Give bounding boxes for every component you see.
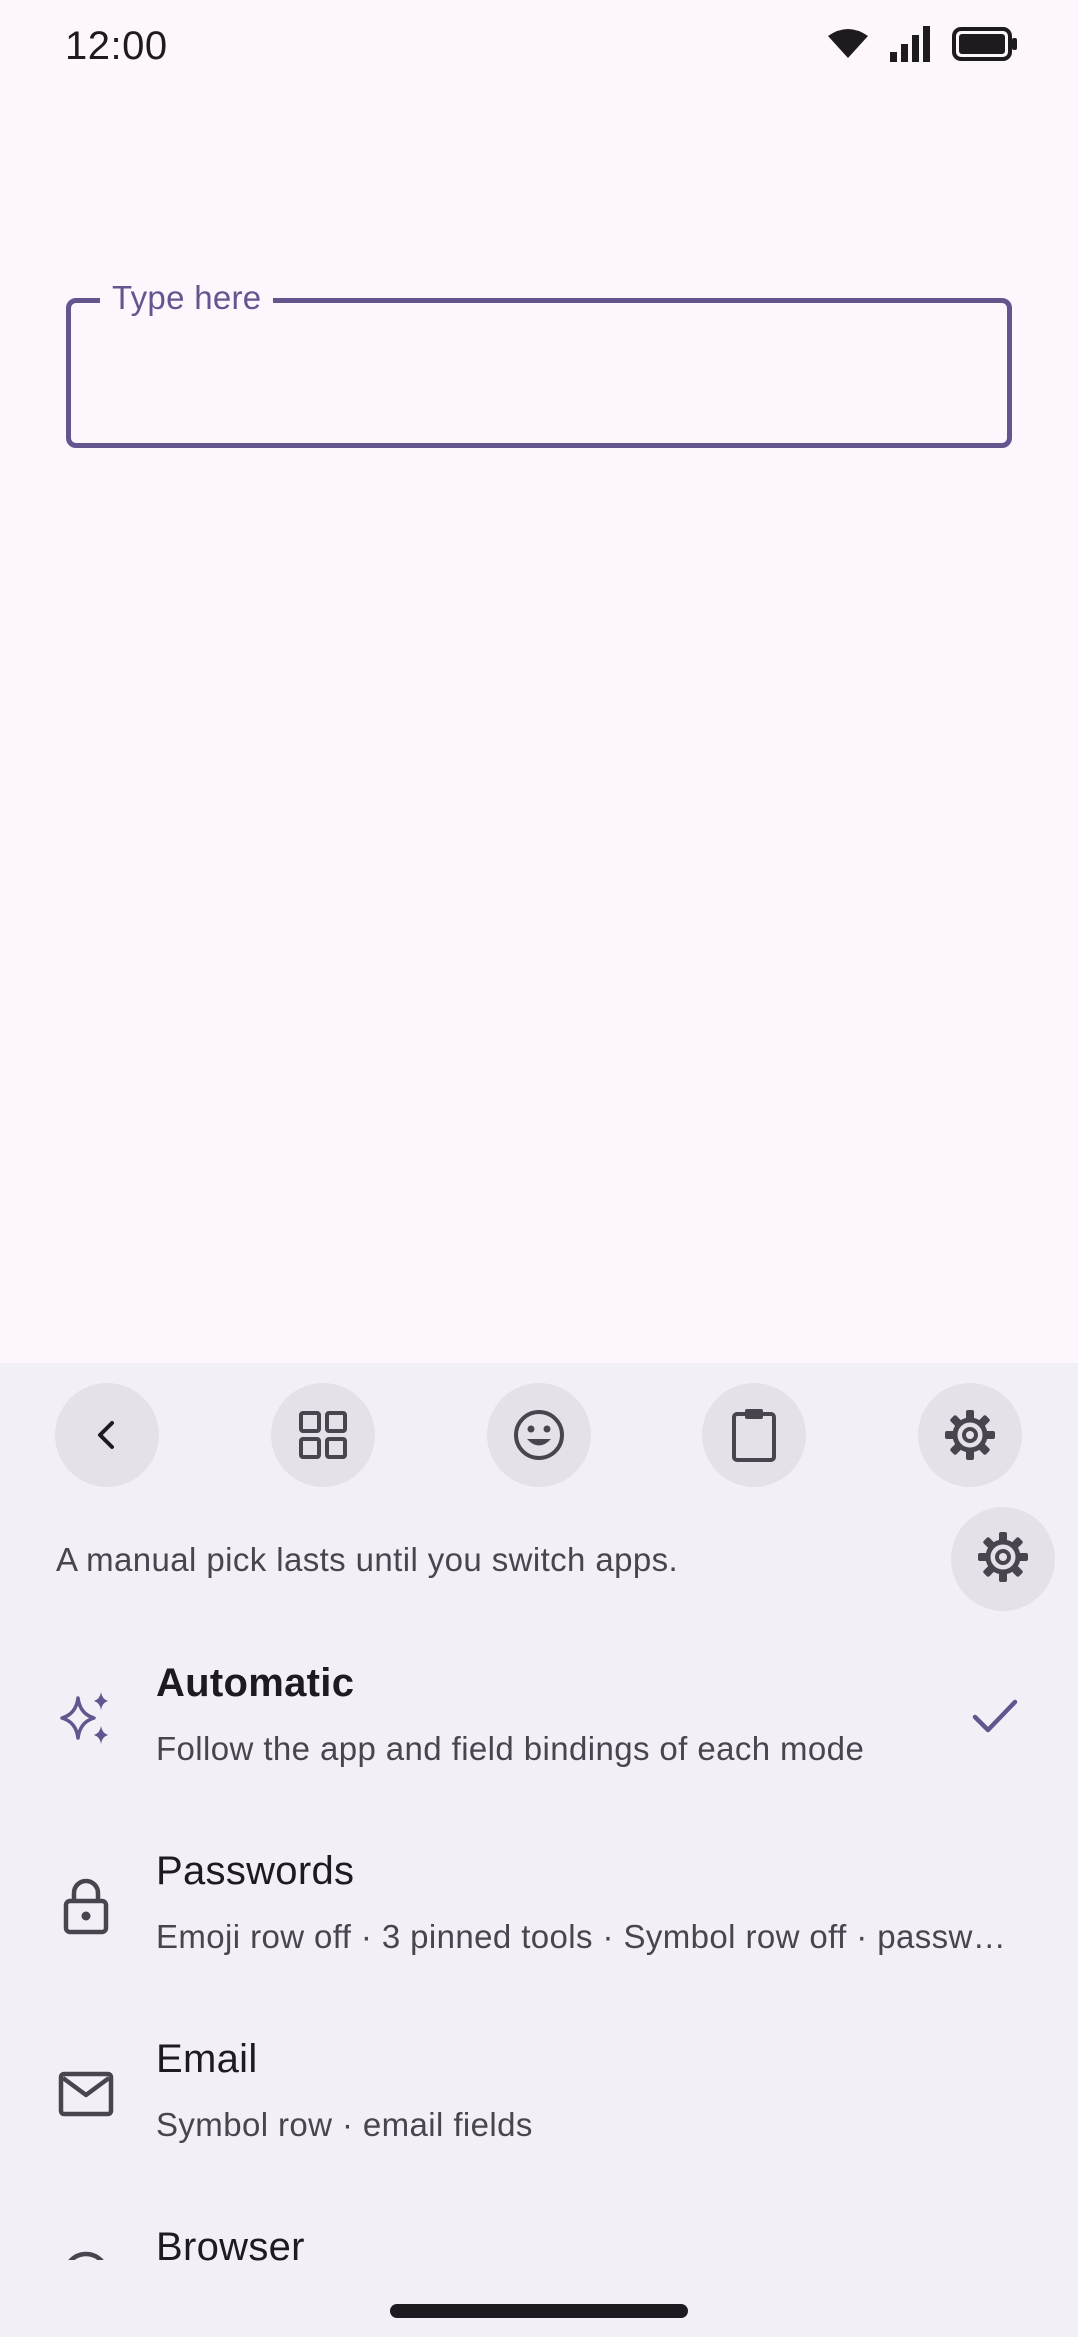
status-time: 12:00 [65, 24, 168, 68]
manual-pick-hint: A manual pick lasts until you switch app… [56, 1541, 679, 1578]
mode-settings-button[interactable] [951, 1507, 1055, 1611]
mode-title: Browser [156, 2225, 305, 2263]
battery-icon [952, 27, 1018, 61]
status-bar: 12:00 [0, 0, 1078, 96]
mode-title: Email [156, 2037, 258, 2081]
type-here-input[interactable] [66, 298, 1012, 448]
back-button[interactable] [55, 1383, 159, 1487]
globe-icon [54, 2250, 118, 2260]
status-icons [828, 26, 1018, 62]
clipboard-icon [729, 1407, 779, 1463]
type-here-label: Type here [100, 276, 274, 320]
mail-icon [54, 2062, 118, 2126]
home-indicator[interactable] [390, 2304, 688, 2318]
clipboard-button[interactable] [702, 1383, 806, 1487]
mode-item-automatic[interactable] [0, 1620, 1078, 1808]
emoji-icon [512, 1408, 566, 1462]
apps-grid-button[interactable] [271, 1383, 375, 1487]
mode-item-passwords[interactable] [0, 1808, 1078, 1996]
emoji-button[interactable] [487, 1383, 591, 1487]
mode-subtitle: Emoji row off · 3 pinned tools · Symbol … [156, 1918, 1012, 1955]
apps-grid-icon [297, 1409, 349, 1461]
lock-icon [54, 1874, 118, 1938]
gear-icon [976, 1530, 1030, 1589]
mode-subtitle: Symbol row · email fields [156, 2106, 533, 2143]
check-icon [970, 1695, 1020, 1744]
mode-title: Passwords [156, 1849, 355, 1893]
cellular-signal-icon [888, 26, 932, 62]
back-icon [87, 1415, 127, 1455]
settings-icon [943, 1408, 997, 1462]
mode-subtitle: Follow the app and field bindings of eac… [156, 1730, 865, 1767]
mode-title: Automatic [156, 1661, 355, 1705]
wifi-icon [828, 28, 868, 60]
mode-item-email[interactable] [0, 1996, 1078, 2184]
sparkle-icon [54, 1686, 118, 1750]
settings-button[interactable] [918, 1383, 1022, 1487]
